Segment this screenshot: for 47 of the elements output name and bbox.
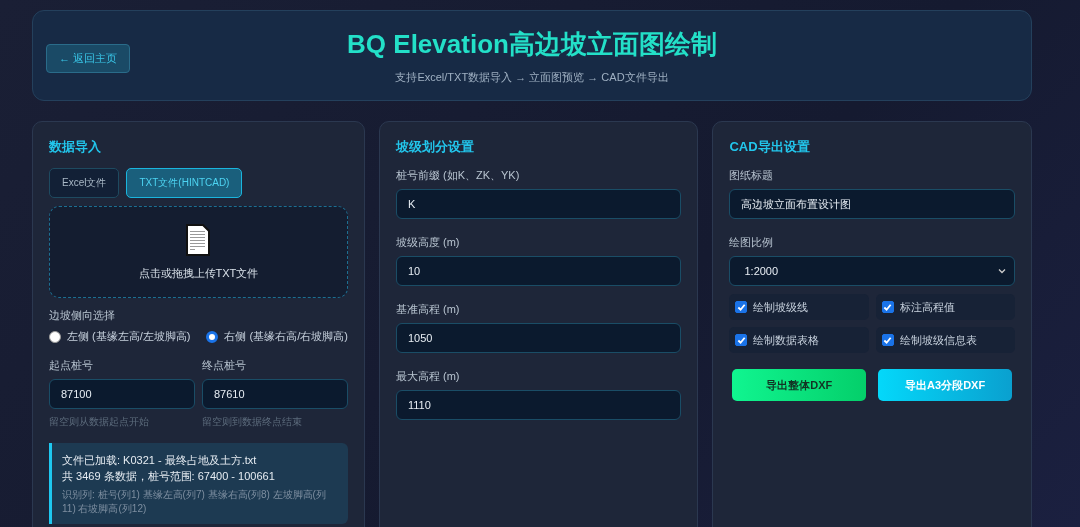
checkbox[interactable] — [735, 301, 748, 313]
field-label: 边坡侧向选择 — [49, 308, 116, 323]
panel-title: CAD导出设置 — [729, 138, 811, 156]
field-label: 起点桩号 — [49, 358, 94, 373]
station-input[interactable]: 87100 — [49, 379, 195, 409]
checkbox[interactable] — [881, 334, 894, 346]
page-subtitle: 支持Excel/TXT数据导入 → 立面图预览 → CAD文件导出 — [395, 69, 669, 85]
back-button[interactable]: ← 返回主页 — [46, 44, 131, 73]
option-checkbox[interactable]: 绘制坡级线 — [729, 294, 869, 320]
input-field[interactable]: 10 — [395, 256, 682, 286]
field-label: 终点桩号 — [201, 358, 247, 373]
checkbox[interactable] — [881, 301, 894, 313]
chevron-down-icon — [998, 268, 1006, 274]
panel-title: 数据导入 — [49, 138, 102, 156]
scale-select[interactable]: 1:2000 — [729, 256, 1015, 286]
field-label: 图纸标题 — [729, 168, 775, 183]
checkbox-label: 绘制坡级信息表 — [899, 332, 977, 348]
upload-area[interactable]: 点击或拖拽上传TXT文件 — [49, 206, 348, 298]
checkbox-label: 标注高程值 — [899, 299, 955, 315]
document-icon — [185, 223, 212, 256]
field-label: 最大高程 (m) — [395, 369, 461, 384]
field-label: 绘图比例 — [729, 235, 775, 250]
option-checkbox[interactable]: 标注高程值 — [875, 294, 1015, 320]
input-field[interactable]: 1110 — [395, 390, 682, 420]
radio-dot[interactable] — [206, 330, 219, 343]
field-label: 桩号前缀 (如K、ZK、YK) — [395, 168, 521, 183]
source-tab[interactable]: Excel文件 — [49, 168, 120, 198]
file-info-text: 文件已加载: K0321 - 最终占地及土方.txt — [62, 453, 258, 468]
upload-label: 点击或拖拽上传TXT文件 — [138, 265, 259, 281]
export-button[interactable]: 导出整体DXF — [732, 369, 867, 401]
option-checkbox[interactable]: 绘制数据表格 — [729, 327, 869, 353]
checkbox[interactable] — [735, 334, 748, 346]
checkbox-label: 绘制坡级线 — [753, 299, 809, 315]
file-info-text: 共 3469 条数据，桩号范围: 67400 - 100661 — [62, 469, 276, 484]
input-field[interactable]: 1050 — [395, 323, 682, 353]
panel-title: 坡级划分设置 — [395, 138, 475, 156]
columns-note: 识别列: 桩号(列1) 基缘左高(列7) 基缘右高(列8) 左坡脚高(列11) 右坡脚高(列12) — [62, 488, 327, 516]
source-tab[interactable]: TXT文件(HINTCAD) — [126, 168, 243, 198]
radio-dot[interactable] — [49, 330, 61, 343]
option-checkbox[interactable]: 绘制坡级信息表 — [875, 327, 1015, 353]
field-label: 基准高程 (m) — [395, 302, 461, 317]
station-input[interactable]: 87610 — [201, 379, 348, 409]
input-field[interactable]: K — [395, 189, 682, 219]
field-label: 坡级高度 (m) — [395, 235, 461, 250]
title-input[interactable]: 高边坡立面布置设计图 — [729, 189, 1015, 219]
page-title: BQ Elevation高边坡立面图绘制 — [347, 27, 717, 61]
checkbox-label: 绘制数据表格 — [753, 332, 820, 348]
